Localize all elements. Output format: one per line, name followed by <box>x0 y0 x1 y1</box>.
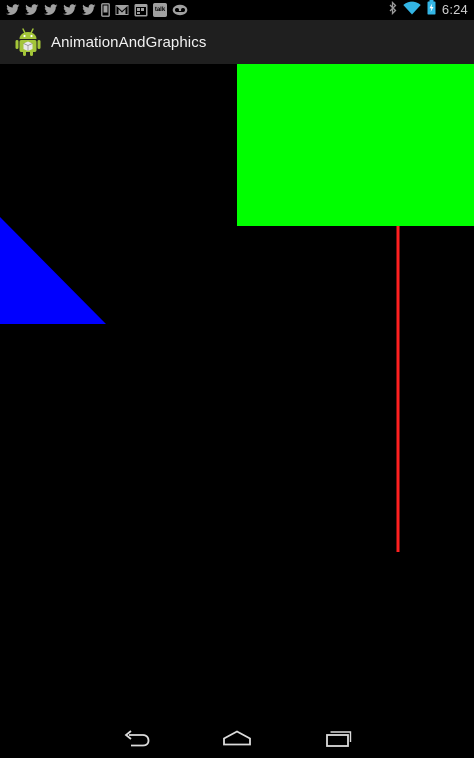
green-rectangle <box>237 64 474 226</box>
twitter-icon <box>25 4 39 16</box>
back-button[interactable] <box>116 726 156 750</box>
navigation-bar <box>0 718 474 758</box>
gmail-icon <box>115 4 129 16</box>
twitter-icon <box>44 4 58 16</box>
status-bar: talk 6:24 <box>0 0 474 20</box>
recent-apps-button[interactable] <box>318 726 358 750</box>
notification-icons: talk <box>6 2 188 18</box>
talk-icon: talk <box>153 3 167 17</box>
battery-icon <box>427 0 436 20</box>
voicemail-icon <box>172 4 188 16</box>
status-bar-clock: 6:24 <box>441 2 468 17</box>
home-icon <box>223 730 251 746</box>
twitter-icon <box>82 4 96 16</box>
talk-icon-label: talk <box>154 7 166 13</box>
phone-icon <box>101 3 110 17</box>
graphics-canvas <box>0 64 474 718</box>
twitter-icon <box>6 4 20 16</box>
bluetooth-icon <box>389 0 397 20</box>
action-bar: AnimationAndGraphics <box>0 20 474 64</box>
home-button[interactable] <box>217 726 257 750</box>
wifi-icon <box>403 1 421 20</box>
calendar-icon <box>134 3 148 17</box>
back-icon <box>124 730 150 747</box>
device-screen: talk 6:24 AnimationAndGraphics <box>0 0 474 758</box>
app-title: AnimationAndGraphics <box>51 33 207 51</box>
android-robot-icon[interactable] <box>12 26 44 58</box>
recent-apps-icon <box>326 731 352 747</box>
red-line <box>396 226 400 552</box>
twitter-icon <box>63 4 77 16</box>
blue-triangle <box>0 217 106 324</box>
system-icons: 6:24 <box>389 0 468 20</box>
